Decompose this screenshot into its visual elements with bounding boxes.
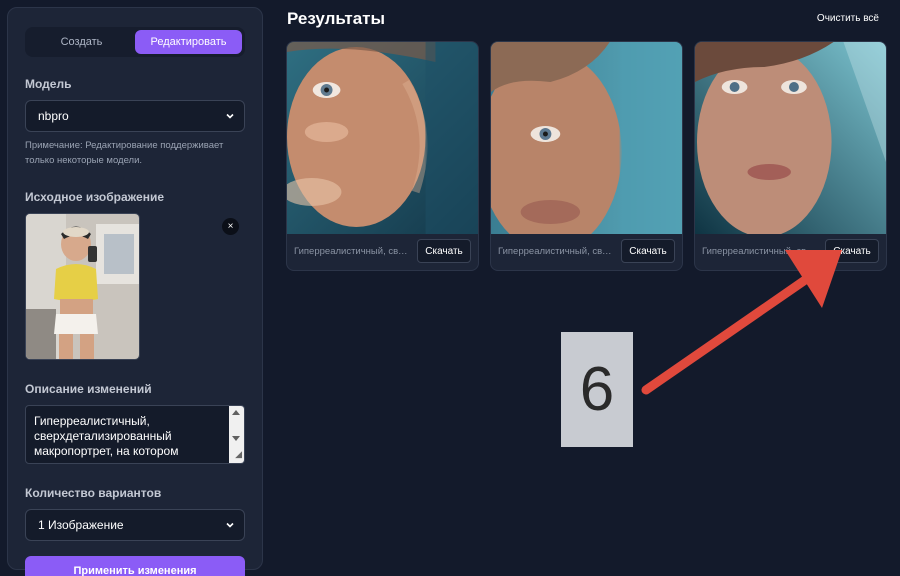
- remove-image-button[interactable]: ×: [222, 218, 239, 235]
- results-title: Результаты: [287, 9, 386, 28]
- sidebar-panel: Создать Редактировать Модель nbpro Приме…: [7, 7, 263, 576]
- result-image: [491, 42, 682, 234]
- clear-all-button[interactable]: Очистить всё: [817, 13, 879, 24]
- download-button[interactable]: Скачать: [417, 239, 471, 263]
- variants-select-value: 1 Изображение: [38, 518, 124, 532]
- description-label: Описание изменений: [25, 382, 152, 396]
- scroll-down-icon[interactable]: [232, 436, 240, 441]
- result-card-footer: Гиперреалистичный, сверхдетализированный…: [695, 232, 886, 270]
- result-card-footer: Гиперреалистичный, сверхдетализированный…: [491, 232, 682, 270]
- result-card: Гиперреалистичный, сверхдетализированный…: [490, 41, 683, 271]
- apply-changes-button[interactable]: Применить изменения: [25, 556, 245, 576]
- result-card: Гиперреалистичный, сверхдетализированный…: [694, 41, 887, 271]
- source-image-container: ×: [25, 213, 245, 360]
- result-image: [287, 42, 478, 234]
- model-select-value: nbpro: [38, 109, 69, 123]
- description-text: Гиперреалистичный, сверхдетализированный…: [34, 414, 179, 458]
- close-icon: ×: [227, 221, 234, 232]
- variants-select[interactable]: 1 Изображение: [25, 509, 245, 541]
- variants-label: Количество вариантов: [25, 486, 162, 500]
- result-image: [695, 42, 886, 234]
- download-button[interactable]: Скачать: [825, 239, 879, 263]
- step-number-badge: 6: [561, 332, 633, 447]
- mode-tabs: Создать Редактировать: [25, 27, 245, 57]
- download-button[interactable]: Скачать: [621, 239, 675, 263]
- result-caption: Гиперреалистичный, сверхдетализированный…: [702, 245, 819, 257]
- result-caption: Гиперреалистичный, сверхдетализированный…: [294, 245, 411, 257]
- source-image-label: Исходное изображение: [25, 190, 165, 204]
- result-card: Гиперреалистичный, сверхдетализированный…: [286, 41, 479, 271]
- tab-edit[interactable]: Редактировать: [135, 30, 242, 54]
- result-card-footer: Гиперреалистичный, сверхдетализированный…: [287, 232, 478, 270]
- chevron-down-icon: [226, 113, 234, 119]
- result-caption: Гиперреалистичный, сверхдетализированный…: [498, 245, 615, 257]
- source-image: [25, 213, 140, 360]
- scroll-up-icon[interactable]: [232, 410, 240, 415]
- tab-create[interactable]: Создать: [28, 30, 135, 54]
- model-note: Примечание: Редактирование поддерживает …: [25, 140, 224, 166]
- model-select[interactable]: nbpro: [25, 100, 245, 132]
- resize-handle-icon[interactable]: ◢: [235, 447, 242, 462]
- chevron-down-icon: [226, 522, 234, 528]
- description-textarea[interactable]: Гиперреалистичный, сверхдетализированный…: [25, 405, 245, 464]
- model-label: Модель: [25, 77, 72, 91]
